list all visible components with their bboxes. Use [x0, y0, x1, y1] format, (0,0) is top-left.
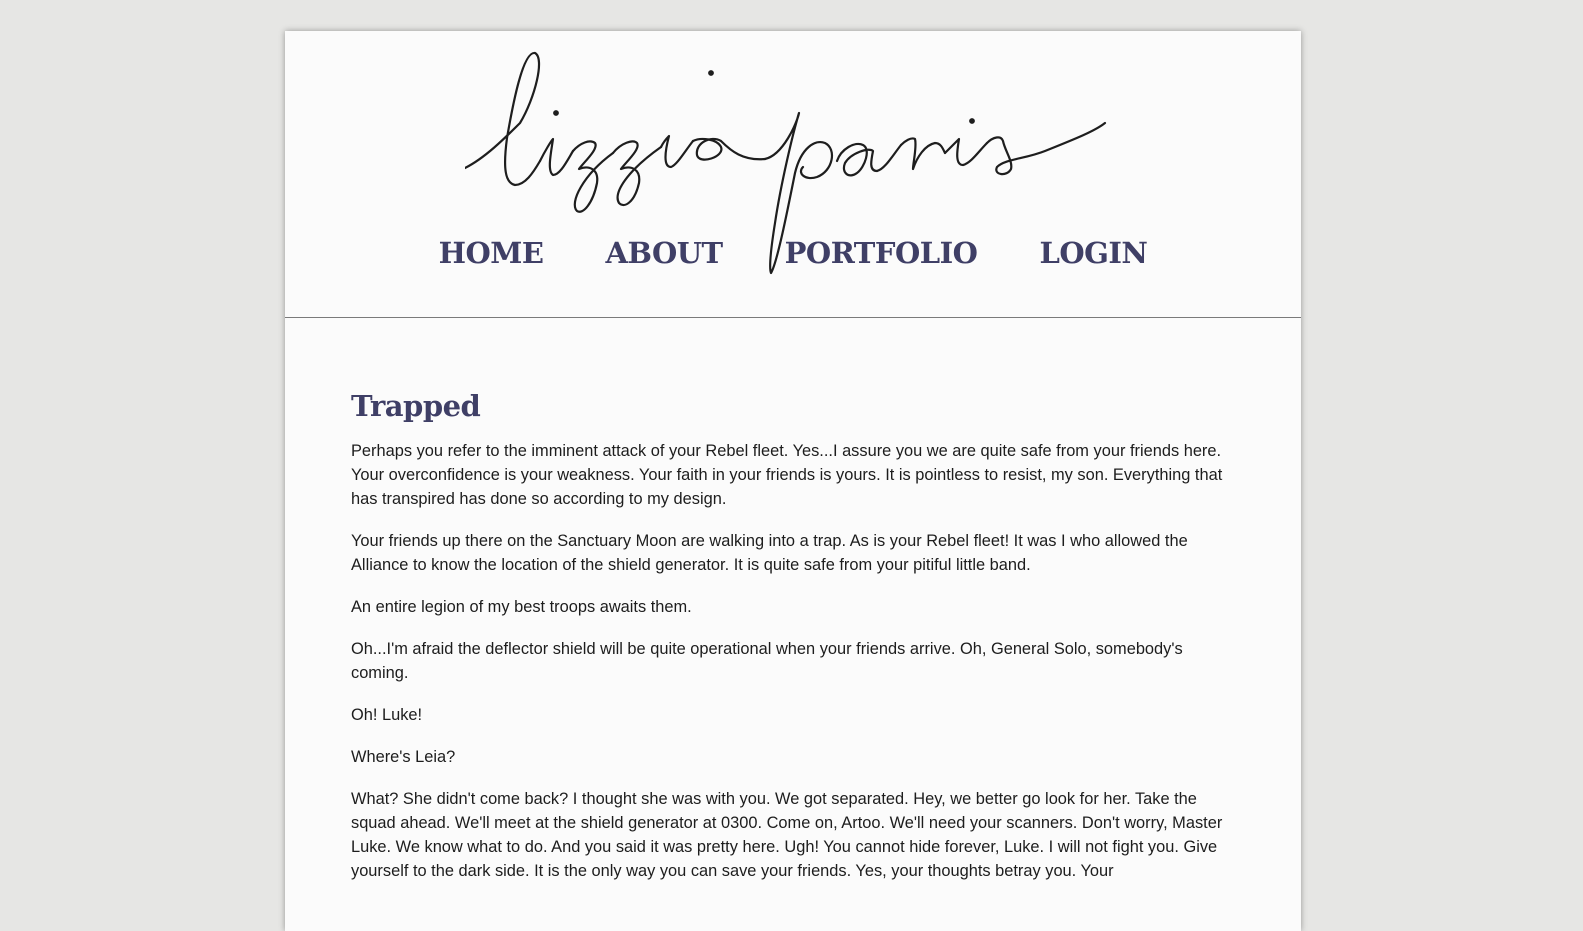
post-paragraph: What? She didn't come back? I thought sh…	[351, 790, 1223, 880]
site-header: HOME ABOUT PORTFOLIO LOGIN	[285, 31, 1301, 318]
post-paragraph: Your friends up there on the Sanctuary M…	[351, 532, 1188, 574]
post-paragraph: Perhaps you refer to the imminent attack…	[351, 442, 1223, 508]
nav-about-link[interactable]: ABOUT	[605, 236, 723, 270]
post-content: Trapped Perhaps you refer to the imminen…	[351, 389, 1231, 901]
nav-portfolio-link[interactable]: PORTFOLIO	[785, 236, 978, 270]
post-paragraph: An entire legion of my best troops await…	[351, 598, 692, 616]
nav-login-link[interactable]: LOGIN	[1039, 236, 1148, 270]
main-nav: HOME ABOUT PORTFOLIO LOGIN	[285, 236, 1301, 270]
post-paragraph: Where's Leia?	[351, 748, 456, 766]
post-title: Trapped	[351, 389, 481, 423]
post-paragraph: Oh! Luke!	[351, 706, 423, 724]
nav-home-link[interactable]: HOME	[439, 236, 544, 270]
page-container: HOME ABOUT PORTFOLIO LOGIN Trapped Perhaps …	[285, 31, 1301, 931]
post-paragraph: Oh...I'm afraid the deflector shield wil…	[351, 640, 1183, 682]
